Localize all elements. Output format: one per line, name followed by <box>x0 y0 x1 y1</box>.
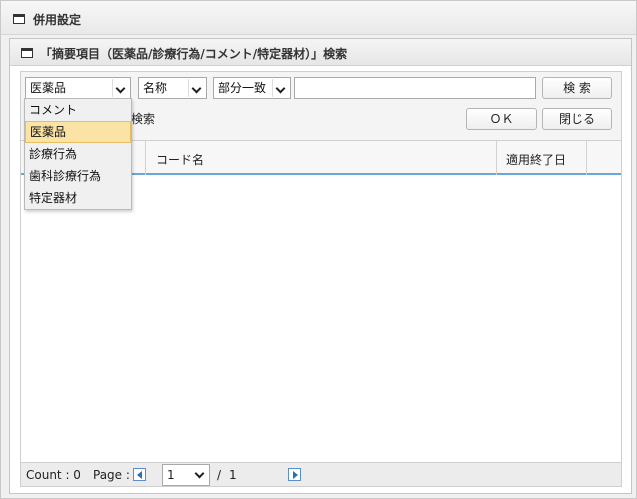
page-label: Page : <box>93 468 130 482</box>
previous-page-icon[interactable] <box>133 468 146 481</box>
match-select-value: 部分一致 <box>218 81 267 95</box>
page-separator: / <box>217 468 222 482</box>
page-select[interactable]: 1 <box>162 464 210 486</box>
chevron-down-icon <box>272 79 289 97</box>
window-title: 併用設定 <box>33 13 82 27</box>
dialog-titlebar: 「摘要項目（医薬品/診療行為/コメント/特定器材）」検索 <box>10 39 631 66</box>
column-divider <box>496 141 497 175</box>
category-select[interactable]: 医薬品 <box>25 77 131 99</box>
next-page-icon[interactable] <box>288 468 301 481</box>
outer-window: 併用設定 「摘要項目（医薬品/診療行為/コメント/特定器材）」検索 医薬品 名称… <box>0 0 637 499</box>
chevron-down-icon <box>112 79 129 97</box>
dialog-icon <box>21 48 33 58</box>
outer-titlebar: 併用設定 <box>1 1 636 35</box>
field-select-value: 名称 <box>143 81 168 95</box>
page-select-value: 1 <box>167 468 175 482</box>
column-header-code-name[interactable]: コード名 <box>156 151 204 168</box>
column-divider <box>145 141 146 175</box>
field-select[interactable]: 名称 <box>138 77 207 99</box>
ok-button[interactable]: ＯＫ <box>466 108 537 130</box>
column-divider <box>586 141 587 175</box>
option-comment[interactable]: コメント <box>25 99 131 121</box>
pagination-footer: Count : 0 Page : 1 / 1 <box>20 463 622 487</box>
record-count: Count : 0 <box>26 468 81 482</box>
column-header-end-date[interactable]: 適用終了日 <box>506 151 566 168</box>
total-pages: 1 <box>229 468 237 482</box>
search-button[interactable]: 検 索 <box>542 77 612 99</box>
close-button[interactable]: 閉じる <box>542 108 612 130</box>
match-select[interactable]: 部分一致 <box>213 77 291 99</box>
chevron-down-icon <box>188 79 205 97</box>
option-dental-procedure[interactable]: 歯科診療行為 <box>25 165 131 187</box>
category-dropdown-list: コメント 医薬品 診療行為 歯科診療行為 特定器材 <box>24 98 132 210</box>
partial-hidden-label: 検索 <box>131 112 156 126</box>
category-select-value: 医薬品 <box>30 81 67 95</box>
option-special-material[interactable]: 特定器材 <box>25 187 131 209</box>
window-icon <box>13 14 25 24</box>
option-medicine[interactable]: 医薬品 <box>25 121 131 143</box>
dialog-title: 「摘要項目（医薬品/診療行為/コメント/特定器材）」検索 <box>40 47 348 61</box>
option-procedure[interactable]: 診療行為 <box>25 143 131 165</box>
keyword-input[interactable] <box>294 77 536 99</box>
